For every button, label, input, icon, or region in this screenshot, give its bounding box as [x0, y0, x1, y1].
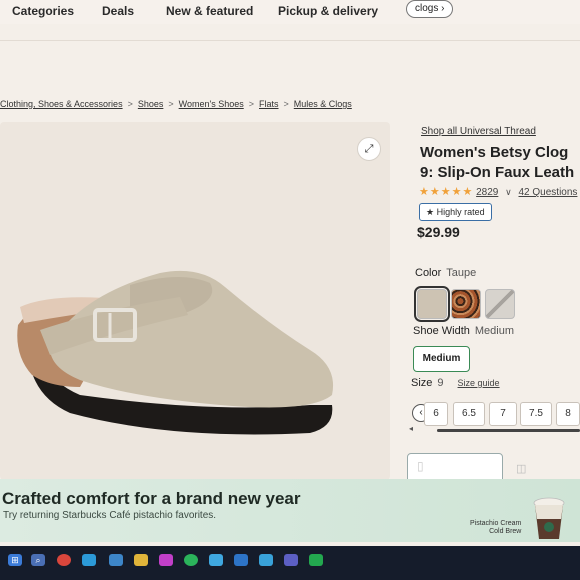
chevron-right-icon: >: [283, 99, 289, 109]
breadcrumb-mules-clogs[interactable]: Mules & Clogs: [294, 99, 352, 109]
promo-subtitle: Try returning Starbucks Café pistachio f…: [3, 510, 217, 521]
apps-icon[interactable]: [309, 554, 323, 566]
size-option[interactable]: 6.5: [453, 402, 485, 426]
width-option-medium[interactable]: Medium: [413, 346, 470, 372]
nav-pickup-delivery[interactable]: Pickup & delivery: [278, 4, 378, 18]
size-guide-link[interactable]: Size guide: [458, 378, 500, 388]
color-label-row: Color Taupe: [415, 267, 476, 279]
size-label: Size: [411, 377, 433, 389]
files-icon[interactable]: [134, 554, 148, 566]
promo-caption-line1: Pistachio Cream: [470, 520, 522, 527]
chrome-icon[interactable]: [57, 554, 71, 566]
promo-caption: Pistachio Cream Cold Brew: [470, 520, 521, 536]
chevron-right-icon: ›: [441, 3, 445, 14]
product-image-clog[interactable]: [10, 255, 350, 455]
size-scrollbar[interactable]: [437, 429, 580, 432]
chevron-right-icon: >: [248, 99, 254, 109]
chevron-right-icon: >: [127, 99, 133, 109]
cart-icon[interactable]: ◫: [516, 462, 526, 475]
teams-icon[interactable]: [284, 554, 298, 566]
shop-brand-link[interactable]: Shop all Universal Thread: [421, 126, 536, 137]
edge-icon[interactable]: [82, 554, 96, 566]
nav-divider: [0, 40, 580, 41]
width-label-row: Shoe Width Medium: [413, 325, 514, 337]
breadcrumb-shoes[interactable]: Shoes: [138, 99, 164, 109]
promo-caption-line2: Cold Brew: [489, 528, 522, 535]
size-option[interactable]: 7.5: [520, 402, 552, 426]
width-label: Shoe Width: [413, 325, 470, 337]
chevron-right-icon: >: [168, 99, 174, 109]
breadcrumb-flats[interactable]: Flats: [259, 99, 279, 109]
mail-icon[interactable]: [234, 554, 248, 566]
app-icon[interactable]: [209, 554, 223, 566]
search-icon[interactable]: ⌕: [31, 554, 45, 566]
chevron-left-icon: ‹: [419, 407, 423, 418]
bag-icon: ▯: [417, 459, 424, 473]
color-label: Color: [415, 267, 442, 279]
photos-icon[interactable]: [259, 554, 273, 566]
price: $29.99: [417, 224, 460, 240]
badge-label: Highly rated: [436, 207, 485, 217]
spotify-icon[interactable]: [184, 554, 198, 566]
breadcrumb: Clothing, Shoes & Accessories > Shoes > Wome…: [0, 99, 352, 109]
search-chip[interactable]: clogs ›: [406, 0, 454, 18]
media-icon[interactable]: [159, 554, 173, 566]
nav-deals[interactable]: Deals: [102, 4, 134, 18]
size-option[interactable]: 7: [489, 402, 517, 426]
breadcrumb-clothing[interactable]: Clothing, Shoes & Accessories: [0, 99, 123, 109]
size-option[interactable]: 8: [556, 402, 580, 426]
product-title-line1: Women's Betsy Clog: [420, 144, 569, 161]
size-scrollbar-thumb[interactable]: [437, 429, 580, 432]
size-value: 9: [437, 377, 444, 389]
expand-icon: ⤢: [364, 143, 374, 155]
coffee-cup-image: [533, 497, 565, 539]
swatch-taupe[interactable]: [414, 286, 450, 322]
rating-row: ★★★★★ 2829 ∨ 42 Questions: [419, 185, 577, 198]
swatch-grey[interactable]: [485, 289, 515, 319]
nav-new-featured[interactable]: New & featured: [166, 4, 253, 18]
nav-categories[interactable]: Categories: [12, 4, 74, 18]
expand-image-button[interactable]: ⤢: [357, 137, 381, 161]
top-nav: Categories Deals New & featured Pickup &…: [0, 0, 580, 24]
start-icon[interactable]: ⊞: [8, 554, 22, 566]
chevron-down-icon[interactable]: ∨: [505, 187, 512, 197]
width-value: Medium: [474, 325, 514, 337]
color-value: Taupe: [446, 267, 477, 279]
star-icon: ★: [426, 207, 435, 217]
product-title-line2: 9: Slip-On Faux Leath: [420, 164, 575, 181]
breadcrumb-womens-shoes[interactable]: Women's Shoes: [179, 99, 244, 109]
size-label-row: Size 9 Size guide: [411, 377, 500, 389]
swatch-leopard[interactable]: [451, 289, 481, 319]
promo-title: Crafted comfort for a brand new year: [2, 489, 301, 508]
size-option[interactable]: 6: [424, 402, 448, 426]
scroll-left-icon[interactable]: ◂: [409, 424, 413, 433]
highly-rated-badge: ★ Highly rated: [419, 203, 492, 221]
rating-count-link[interactable]: 2829: [476, 187, 498, 198]
search-chip-label: clogs: [415, 3, 439, 14]
store-icon[interactable]: [109, 554, 123, 566]
questions-link[interactable]: 42 Questions: [519, 187, 578, 198]
product-title: Women's Betsy Clog 9: Slip-On Faux Leath: [420, 143, 580, 183]
star-rating-icon: ★★★★★: [419, 186, 474, 198]
